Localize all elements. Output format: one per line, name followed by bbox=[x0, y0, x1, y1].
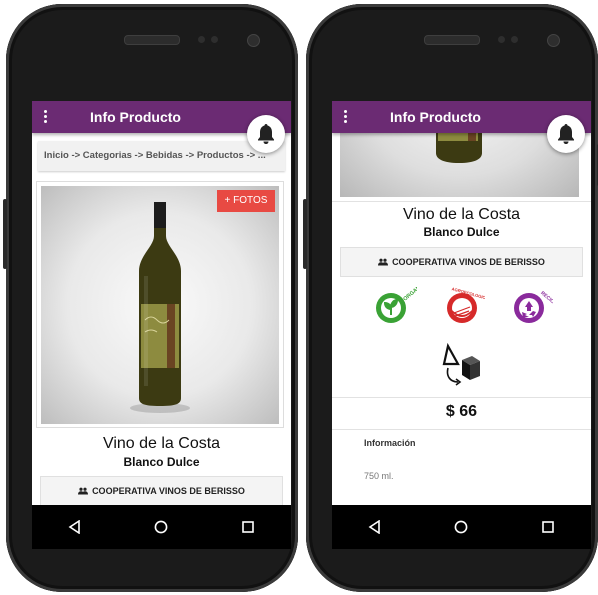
box-rotate-icon bbox=[442, 342, 480, 386]
sensor-dot bbox=[198, 36, 205, 43]
back-icon[interactable] bbox=[363, 515, 387, 539]
product-variety: Blanco Dulce bbox=[423, 225, 500, 239]
group-icon bbox=[378, 258, 389, 266]
page-title: Info Producto bbox=[90, 109, 181, 125]
sensor-dot bbox=[511, 36, 518, 43]
leaf-icon[interactable]: ORGANICO bbox=[371, 287, 417, 327]
product-photo[interactable]: + FOTOS bbox=[41, 186, 279, 424]
divider bbox=[332, 201, 591, 202]
notifications-button[interactable] bbox=[247, 115, 285, 153]
product-name: Vino de la Costa bbox=[402, 206, 521, 223]
info-value: 750 ml. bbox=[364, 471, 394, 481]
earpiece-speaker bbox=[124, 35, 180, 45]
home-icon[interactable] bbox=[449, 515, 473, 539]
divider bbox=[332, 397, 591, 398]
more-vert-icon[interactable] bbox=[44, 110, 48, 124]
cooperative-button[interactable]: COOPERATIVA VINOS DE BERISSO bbox=[340, 247, 583, 277]
cooperative-label: COOPERATIVA VINOS DE BERISSO bbox=[92, 486, 245, 496]
breadcrumb[interactable]: Inicio -> Categorias -> Bebidas -> Produ… bbox=[38, 141, 285, 171]
app-screen-right: Info Producto Vino de la Costa Blanco Du… bbox=[332, 101, 591, 505]
cooperative-button[interactable]: COOPERATIVA VINOS DE BERISSO bbox=[40, 476, 283, 505]
recents-icon[interactable] bbox=[536, 515, 560, 539]
volume-button bbox=[303, 199, 307, 269]
back-icon[interactable] bbox=[63, 515, 87, 539]
recents-icon[interactable] bbox=[236, 515, 260, 539]
phone-frame-left: Info Producto Inicio -> Categorias -> Be… bbox=[3, 4, 298, 592]
app-screen-left: Info Producto Inicio -> Categorias -> Be… bbox=[32, 101, 291, 505]
sensor-dot bbox=[211, 36, 218, 43]
bell-icon bbox=[558, 124, 574, 144]
front-camera bbox=[247, 34, 260, 47]
product-price: $ 66 bbox=[445, 403, 478, 420]
volume-button bbox=[3, 199, 7, 269]
divider bbox=[332, 429, 591, 430]
page-title: Info Producto bbox=[390, 109, 481, 125]
product-variety: Blanco Dulce bbox=[123, 455, 200, 469]
more-vert-icon[interactable] bbox=[344, 110, 348, 124]
phone-frame-right: Info Producto Vino de la Costa Blanco Du… bbox=[303, 4, 598, 592]
more-photos-button[interactable]: + FOTOS bbox=[217, 190, 275, 212]
badge-label: ORGANICO bbox=[402, 287, 417, 303]
notifications-button[interactable] bbox=[547, 115, 585, 153]
front-camera bbox=[547, 34, 560, 47]
system-nav-bar bbox=[32, 505, 291, 549]
cooperative-label: COOPERATIVA VINOS DE BERISSO bbox=[392, 257, 545, 267]
system-nav-bar bbox=[332, 505, 591, 549]
wine-bottle-image bbox=[130, 202, 190, 413]
earpiece-speaker bbox=[424, 35, 480, 45]
recycle-icon[interactable]: RECICLADO bbox=[507, 287, 553, 327]
info-label: Información bbox=[364, 438, 416, 448]
product-photo-card: + FOTOS bbox=[36, 181, 284, 428]
product-name: Vino de la Costa bbox=[102, 435, 221, 452]
certification-badges: ORGANICO AGROECOLOGICO RECICLADO bbox=[332, 287, 591, 327]
sensor-dot bbox=[498, 36, 505, 43]
bell-icon bbox=[258, 124, 274, 144]
agroecologico-icon[interactable]: AGROECOLOGICO bbox=[439, 287, 485, 327]
home-icon[interactable] bbox=[149, 515, 173, 539]
group-icon bbox=[78, 487, 89, 495]
